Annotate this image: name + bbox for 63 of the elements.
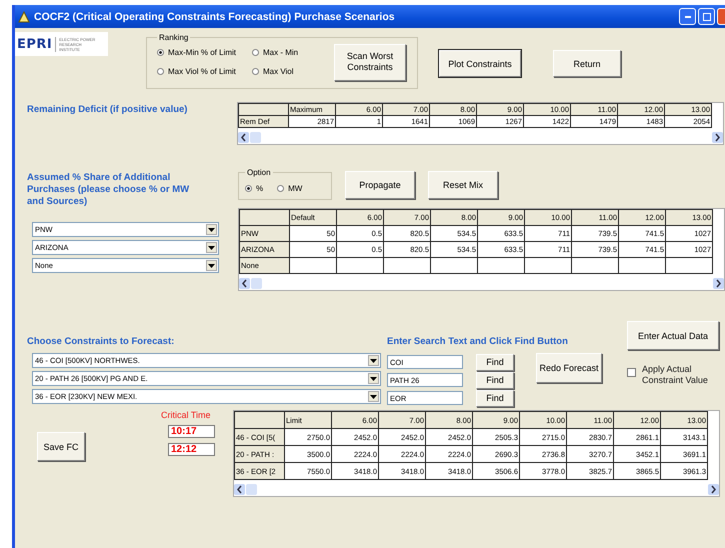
group-label: Ranking [158,33,190,42]
section-label: Choose Constraints to Forecast: [27,336,176,347]
enter-actual-data-button[interactable]: Enter Actual Data [627,321,719,350]
find-button[interactable]: Find [476,390,514,406]
group-label: Option [246,168,272,177]
horizontal-scrollbar[interactable] [239,277,724,290]
dropdown-arrow-icon [208,264,215,268]
scan-button[interactable]: Scan Worst Constraints [334,44,406,80]
scroll-thumb[interactable] [250,132,261,143]
maximize-button[interactable] [698,8,715,25]
app-icon [18,10,30,22]
table-cell [384,258,430,274]
find-button[interactable]: Find [476,372,514,388]
critical-time-label: Critical Time [161,410,211,420]
plot-button[interactable]: Plot Constraints [439,50,521,77]
logo-mark: EPRI [17,36,56,52]
window-title: COCF2 (Critical Operating Constraints Forecasting) Purchase Scenarios [34,10,396,22]
radio-option[interactable]: Max Viol % of Limit [157,67,252,76]
scroll-thumb[interactable] [246,484,257,495]
checkbox[interactable] [627,368,636,377]
minimize-button[interactable] [679,8,696,25]
section-label: Remaining Deficit (if positive value) [27,104,188,117]
table-cell [336,258,384,274]
action-button[interactable]: Propagate [345,171,415,199]
close-button[interactable] [717,8,725,25]
checkbox-label: Apply Actual Constraint Value [642,364,709,386]
dropdown-arrow-icon [370,376,377,380]
radio-option[interactable]: Max Viol [252,67,332,76]
radio-option[interactable]: Max - Min [252,48,332,57]
table-cell [430,258,478,274]
horizontal-scrollbar[interactable] [238,131,723,144]
scroll-right-icon[interactable] [708,484,719,495]
dropdown-arrow-icon [370,358,377,362]
scroll-right-icon[interactable] [712,132,723,143]
scroll-left-icon[interactable] [234,484,245,495]
save-button[interactable]: Save FC [37,432,85,461]
table-cell [524,258,572,274]
horizontal-scrollbar[interactable] [234,483,719,496]
dropdown-arrow-icon [208,228,215,232]
scroll-right-icon[interactable] [713,278,724,289]
time-field: 10:17 [168,425,215,438]
table-cell [572,258,618,274]
section-label: Assumed % Share of Additional Purchases (please choose % or MW and Sources) [27,172,190,208]
maximize-icon [702,12,710,20]
scroll-thumb[interactable] [251,278,262,289]
scroll-left-icon[interactable] [239,278,250,289]
redo-forecast-button[interactable]: Redo Forecast [536,353,602,383]
radio-option[interactable]: Max-Min % of Limit [157,48,252,57]
radio-option[interactable]: % [245,184,264,192]
action-button[interactable]: Reset Mix [428,171,498,199]
table-cell [478,258,524,274]
table-cell [290,258,336,274]
minimize-icon [684,16,690,18]
radio-option[interactable]: MW [277,184,302,192]
time-field: 12:12 [168,443,215,456]
return-button[interactable]: Return [553,50,621,77]
scroll-left-icon[interactable] [238,132,249,143]
table-cell [618,258,666,274]
table-cell [666,258,712,274]
section-label: Enter Search Text and Click Find Button [387,336,569,347]
dropdown-arrow-icon [208,246,215,250]
find-button[interactable]: Find [476,354,514,370]
dropdown-arrow-icon [370,394,377,398]
